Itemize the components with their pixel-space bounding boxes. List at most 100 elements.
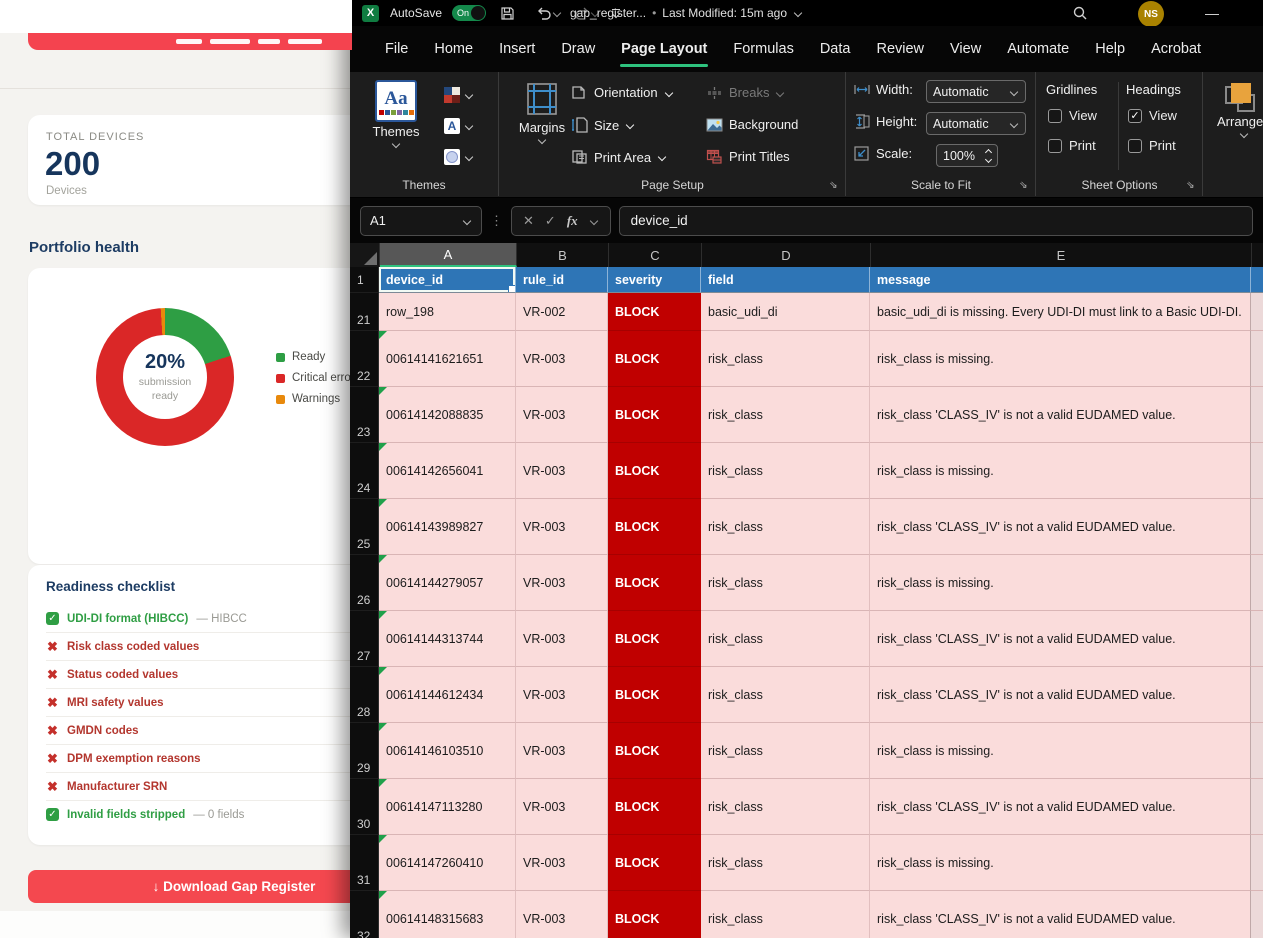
data-cell[interactable]: VR-003 bbox=[516, 835, 608, 891]
ribbon-tab-review[interactable]: Review bbox=[863, 26, 937, 72]
fx-chevron-icon[interactable] bbox=[589, 216, 597, 224]
sheet-options-dialog-launcher[interactable]: ⇘ bbox=[1183, 179, 1197, 192]
data-cell[interactable]: BLOCK bbox=[608, 499, 701, 555]
breaks-button[interactable]: Breaks bbox=[706, 85, 785, 100]
ribbon-tab-draw[interactable]: Draw bbox=[548, 26, 608, 72]
theme-fonts-button[interactable]: A bbox=[444, 113, 474, 139]
size-button[interactable]: Size bbox=[571, 117, 635, 133]
scale-spinner[interactable]: 100% bbox=[936, 144, 998, 167]
ribbon-tab-automate[interactable]: Automate bbox=[994, 26, 1082, 72]
data-cell[interactable]: 00614147113280 bbox=[379, 779, 516, 835]
user-avatar[interactable]: NS bbox=[1138, 0, 1164, 26]
themes-button[interactable]: Aa Themes bbox=[366, 80, 426, 147]
gridlines-print-checkbox[interactable]: Print bbox=[1048, 138, 1096, 153]
data-cell[interactable]: risk_class bbox=[701, 499, 870, 555]
header-cell[interactable]: field bbox=[701, 267, 870, 293]
data-cell[interactable]: 00614144279057 bbox=[379, 555, 516, 611]
data-cell[interactable]: risk_class bbox=[701, 611, 870, 667]
ribbon-tab-view[interactable]: View bbox=[937, 26, 994, 72]
drag-handle-dots[interactable]: ⋮ bbox=[490, 213, 503, 229]
data-cell[interactable]: 00614147260410 bbox=[379, 835, 516, 891]
row-header-1[interactable]: 1 bbox=[350, 267, 379, 293]
data-cell[interactable]: BLOCK bbox=[608, 387, 701, 443]
select-all-corner[interactable] bbox=[350, 243, 380, 267]
data-cell[interactable]: VR-003 bbox=[516, 723, 608, 779]
data-cell[interactable]: 00614141621651 bbox=[379, 331, 516, 387]
insert-function-icon[interactable]: fx bbox=[567, 213, 578, 229]
row-header-31[interactable]: 31 bbox=[350, 835, 379, 891]
data-cell[interactable]: VR-002 bbox=[516, 293, 608, 331]
header-cell[interactable]: device_id bbox=[379, 267, 516, 293]
cancel-entry-icon[interactable]: ✕ bbox=[523, 213, 534, 229]
checkbox[interactable]: ✓ bbox=[1128, 109, 1142, 123]
background-button[interactable]: Background bbox=[706, 117, 798, 132]
data-cell[interactable]: VR-003 bbox=[516, 667, 608, 723]
data-cell[interactable]: BLOCK bbox=[608, 331, 701, 387]
column-header-e[interactable]: E bbox=[871, 243, 1252, 267]
data-cell[interactable]: risk_class 'CLASS_IV' is not a valid EUD… bbox=[870, 387, 1251, 443]
print-area-button[interactable]: Print Area bbox=[571, 149, 667, 165]
column-header-b[interactable]: B bbox=[517, 243, 609, 267]
row-header-32[interactable]: 32 bbox=[350, 891, 379, 938]
row-header-22[interactable]: 22 bbox=[350, 331, 379, 387]
ribbon-tab-home[interactable]: Home bbox=[421, 26, 486, 72]
height-dropdown[interactable]: Automatic bbox=[926, 112, 1026, 135]
data-cell[interactable]: VR-003 bbox=[516, 387, 608, 443]
data-cell[interactable]: risk_class is missing. bbox=[870, 331, 1251, 387]
data-cell[interactable]: risk_class bbox=[701, 835, 870, 891]
download-gap-register-button[interactable]: ↓ Download Gap Register bbox=[28, 870, 352, 903]
column-header-c[interactable]: C bbox=[609, 243, 702, 267]
undo-icon[interactable] bbox=[536, 0, 562, 26]
row-header-24[interactable]: 24 bbox=[350, 443, 379, 499]
data-cell[interactable]: risk_class bbox=[701, 443, 870, 499]
ribbon-tab-file[interactable]: File bbox=[372, 26, 421, 72]
checkbox[interactable] bbox=[1048, 109, 1062, 123]
data-cell[interactable]: BLOCK bbox=[608, 723, 701, 779]
data-cell[interactable]: BLOCK bbox=[608, 835, 701, 891]
theme-effects-button[interactable] bbox=[444, 144, 474, 170]
column-header-a[interactable]: A bbox=[380, 243, 517, 267]
column-header-d[interactable]: D bbox=[702, 243, 871, 267]
data-cell[interactable]: 00614143989827 bbox=[379, 499, 516, 555]
data-cell[interactable]: VR-003 bbox=[516, 443, 608, 499]
data-cell[interactable]: risk_class bbox=[701, 555, 870, 611]
data-cell[interactable]: VR-003 bbox=[516, 555, 608, 611]
ribbon-tab-formulas[interactable]: Formulas bbox=[720, 26, 806, 72]
save-icon[interactable] bbox=[500, 0, 515, 26]
data-cell[interactable]: row_198 bbox=[379, 293, 516, 331]
headings-view-checkbox[interactable]: ✓View bbox=[1128, 108, 1177, 123]
data-cell[interactable]: VR-003 bbox=[516, 611, 608, 667]
data-cell[interactable]: risk_class is missing. bbox=[870, 835, 1251, 891]
arrange-button[interactable]: Arrange bbox=[1217, 82, 1263, 137]
minimize-button[interactable]: — bbox=[1205, 0, 1219, 26]
data-cell[interactable]: BLOCK bbox=[608, 443, 701, 499]
name-box[interactable]: A1 bbox=[360, 206, 482, 236]
data-cell[interactable]: risk_class is missing. bbox=[870, 443, 1251, 499]
data-cell[interactable]: basic_udi_di bbox=[701, 293, 870, 331]
margins-button[interactable]: Margins bbox=[513, 80, 571, 143]
data-cell[interactable]: BLOCK bbox=[608, 611, 701, 667]
theme-colors-button[interactable] bbox=[444, 82, 474, 108]
checkbox[interactable] bbox=[1128, 139, 1142, 153]
headings-print-checkbox[interactable]: Print bbox=[1128, 138, 1176, 153]
width-dropdown[interactable]: Automatic bbox=[926, 80, 1026, 103]
data-cell[interactable]: risk_class 'CLASS_IV' is not a valid EUD… bbox=[870, 891, 1251, 938]
confirm-entry-icon[interactable]: ✓ bbox=[545, 213, 556, 229]
data-cell[interactable]: 00614142088835 bbox=[379, 387, 516, 443]
ribbon-tab-data[interactable]: Data bbox=[807, 26, 864, 72]
data-cell[interactable]: BLOCK bbox=[608, 779, 701, 835]
data-cell[interactable]: 00614144612434 bbox=[379, 667, 516, 723]
autosave-toggle[interactable]: On bbox=[452, 0, 486, 26]
data-cell[interactable]: BLOCK bbox=[608, 555, 701, 611]
row-header-29[interactable]: 29 bbox=[350, 723, 379, 779]
document-title[interactable]: gap_register... • Last Modified: 15m ago bbox=[570, 0, 803, 26]
page-setup-dialog-launcher[interactable]: ⇘ bbox=[826, 179, 840, 192]
data-cell[interactable]: 00614148315683 bbox=[379, 891, 516, 938]
header-cell[interactable]: rule_id bbox=[516, 267, 608, 293]
formula-bar-input[interactable]: device_id bbox=[619, 206, 1253, 236]
orientation-button[interactable]: Orientation bbox=[571, 85, 674, 100]
data-cell[interactable]: risk_class bbox=[701, 331, 870, 387]
data-cell[interactable]: risk_class bbox=[701, 723, 870, 779]
print-titles-button[interactable]: Print Titles bbox=[706, 149, 790, 164]
checkbox[interactable] bbox=[1048, 139, 1062, 153]
